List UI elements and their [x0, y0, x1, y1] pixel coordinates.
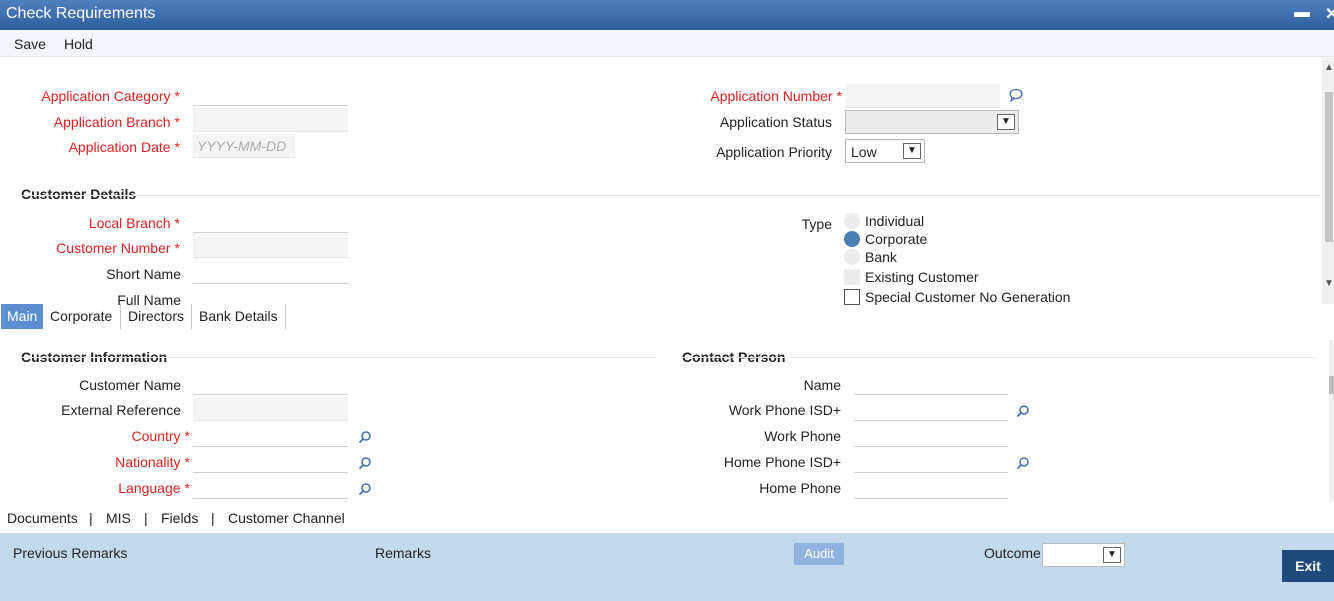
chevron-down-icon: ▼: [997, 114, 1015, 130]
link-separator: |: [144, 510, 148, 526]
type-individual-radio[interactable]: [844, 213, 860, 229]
application-status-label: Application Status: [719, 114, 832, 130]
short-name-label: Short Name: [106, 266, 181, 282]
customer-number-label: Customer Number *: [56, 240, 180, 256]
save-button[interactable]: Save: [14, 36, 46, 52]
link-bar: Documents | MIS | Fields | Customer Chan…: [0, 505, 1334, 531]
external-reference-input[interactable]: [193, 397, 348, 421]
home-phone-label: Home Phone: [759, 480, 841, 496]
section-divider: [682, 357, 1316, 358]
application-date-input[interactable]: YYYY-MM-DD: [193, 134, 295, 158]
mis-link[interactable]: MIS: [106, 510, 131, 526]
special-customer-checkbox[interactable]: [844, 289, 860, 305]
previous-remarks-link[interactable]: Previous Remarks: [13, 545, 127, 561]
section-divider: [21, 357, 655, 358]
work-phone-input[interactable]: [854, 423, 1008, 447]
menu-bar: Save Hold: [0, 30, 1334, 57]
upper-scrollbar[interactable]: ▲ ▼: [1322, 58, 1334, 304]
fields-link[interactable]: Fields: [161, 510, 198, 526]
scroll-down-icon[interactable]: ▼: [1324, 278, 1334, 289]
application-branch-label: Application Branch *: [53, 114, 180, 130]
outcome-label: Outcome: [984, 545, 1041, 561]
chevron-down-icon: ▼: [903, 143, 921, 159]
type-individual-label: Individual: [865, 213, 925, 229]
search-icon[interactable]: [1016, 404, 1030, 418]
minimize-icon[interactable]: ▬: [1294, 4, 1310, 22]
close-icon[interactable]: ✕: [1325, 4, 1334, 24]
nationality-input[interactable]: [193, 449, 348, 473]
section-divider: [21, 195, 1320, 196]
contact-name-label: Name: [803, 377, 841, 393]
tab-bank-details[interactable]: Bank Details: [193, 304, 286, 329]
customer-details-title: Customer Details: [21, 186, 137, 202]
application-date-placeholder: YYYY-MM-DD: [197, 138, 287, 154]
scrollbar-thumb[interactable]: [1325, 92, 1333, 242]
lower-scrollbar[interactable]: [1329, 340, 1334, 502]
application-date-label: Application Date *: [68, 139, 180, 155]
link-separator: |: [89, 510, 93, 526]
type-label: Type: [801, 216, 832, 232]
application-number-input[interactable]: [846, 84, 1000, 108]
footer-bar: Previous Remarks Remarks Audit Outcome ▼…: [0, 533, 1334, 601]
work-phone-label: Work Phone: [764, 428, 841, 444]
remarks-link[interactable]: Remarks: [375, 545, 431, 561]
application-priority-select[interactable]: Low ▼: [845, 139, 925, 163]
home-phone-isd-input[interactable]: [854, 449, 1008, 473]
application-number-label: Application Number *: [710, 88, 842, 104]
home-phone-isd-label: Home Phone ISD+: [723, 454, 841, 470]
title-bar: Check Requirements ▬ ✕: [0, 0, 1334, 30]
search-icon[interactable]: [1016, 456, 1030, 470]
customer-channel-link[interactable]: Customer Channel: [228, 510, 345, 526]
home-phone-input[interactable]: [854, 475, 1008, 499]
external-reference-label: External Reference: [61, 402, 181, 418]
search-icon[interactable]: [358, 430, 372, 444]
search-icon[interactable]: [358, 482, 372, 496]
scroll-up-icon[interactable]: ▲: [1324, 62, 1334, 73]
application-status-select[interactable]: ▼: [845, 110, 1019, 134]
search-icon[interactable]: [358, 456, 372, 470]
local-branch-input[interactable]: [193, 209, 348, 233]
chevron-down-icon: ▼: [1103, 547, 1121, 563]
customer-number-input[interactable]: [193, 234, 348, 258]
type-corporate-label: Corporate: [865, 231, 928, 247]
local-branch-label: Local Branch *: [88, 215, 180, 231]
application-priority-value: Low: [851, 144, 877, 160]
customer-name-label: Customer Name: [79, 377, 181, 393]
type-bank-label: Bank: [865, 249, 897, 265]
audit-button[interactable]: Audit: [794, 543, 844, 565]
window-title: Check Requirements: [6, 5, 156, 22]
existing-customer-label: Existing Customer: [865, 269, 979, 285]
work-phone-isd-label: Work Phone ISD+: [728, 402, 841, 418]
existing-customer-checkbox[interactable]: [844, 269, 860, 285]
tab-directors[interactable]: Directors: [122, 304, 192, 329]
tab-corporate[interactable]: Corporate: [44, 304, 121, 329]
short-name-input[interactable]: [193, 260, 348, 284]
exit-button[interactable]: Exit: [1282, 550, 1334, 582]
country-input[interactable]: [193, 423, 348, 447]
hold-button[interactable]: Hold: [64, 36, 93, 52]
application-priority-label: Application Priority: [716, 144, 832, 160]
application-category-input[interactable]: [193, 82, 348, 106]
outcome-select[interactable]: ▼: [1042, 543, 1125, 567]
work-phone-isd-input[interactable]: [854, 397, 1008, 421]
language-label: Language *: [118, 480, 190, 496]
country-label: Country *: [131, 428, 190, 444]
contact-name-input[interactable]: [854, 371, 1008, 395]
application-branch-input[interactable]: [193, 108, 348, 132]
link-separator: |: [211, 510, 215, 526]
type-bank-radio[interactable]: [844, 249, 860, 265]
customer-name-input[interactable]: [193, 371, 348, 395]
special-customer-label: Special Customer No Generation: [865, 289, 1071, 305]
scrollbar-thumb[interactable]: [1329, 376, 1334, 394]
documents-link[interactable]: Documents: [7, 510, 78, 526]
nationality-label: Nationality *: [115, 454, 190, 470]
type-corporate-radio[interactable]: [844, 231, 860, 247]
tab-main[interactable]: Main: [1, 304, 43, 329]
application-category-label: Application Category *: [41, 88, 180, 104]
speech-bubble-icon[interactable]: [1008, 88, 1024, 102]
language-input[interactable]: [193, 475, 348, 499]
